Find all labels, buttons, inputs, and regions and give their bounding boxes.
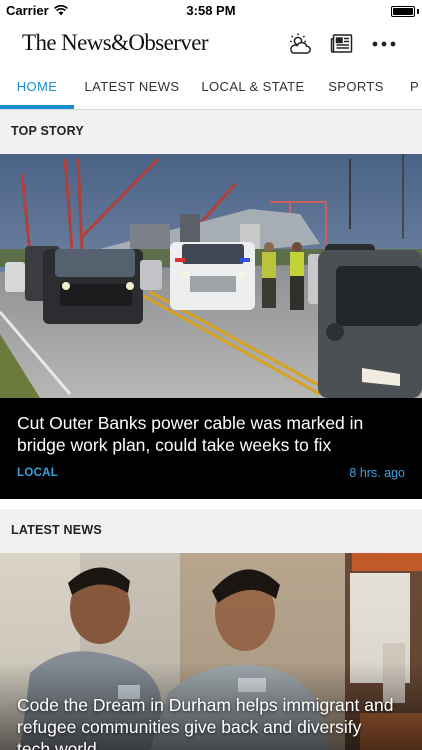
masthead-logo[interactable]: The News&Observer (22, 30, 208, 56)
latest-story-card[interactable]: Code the Dream in Durham helps immigrant… (0, 553, 422, 750)
top-story-card[interactable]: Cut Outer Banks power cable was marked i… (0, 154, 422, 499)
section-label: TOP STORY (11, 124, 84, 138)
top-story-header: TOP STORY (0, 110, 422, 154)
tab-sports[interactable]: SPORTS (322, 66, 390, 110)
battery-icon (391, 6, 415, 17)
top-story-category[interactable]: LOCAL (17, 467, 58, 479)
top-story-timestamp: 8 hrs. ago (349, 466, 405, 480)
top-story-headline[interactable]: Cut Outer Banks power cable was marked i… (17, 412, 412, 456)
tab-local-state[interactable]: LOCAL & STATE (199, 66, 307, 110)
top-story-image (0, 154, 422, 398)
epaper-icon[interactable] (328, 30, 356, 58)
latest-news-header: LATEST NEWS (0, 509, 422, 553)
more-icon[interactable] (370, 30, 398, 58)
status-time: 3:58 PM (186, 3, 236, 18)
section-tabs: HOME LATEST NEWS LOCAL & STATE SPORTS P (0, 66, 422, 110)
section-label: LATEST NEWS (11, 523, 102, 537)
tab-latest-news[interactable]: LATEST NEWS (84, 66, 180, 110)
status-bar: Carrier 3:58 PM (0, 0, 422, 22)
app-header: The News&Observer (0, 22, 422, 66)
tab-partial[interactable]: P (410, 66, 422, 110)
weather-icon[interactable] (286, 30, 314, 58)
latest-story-headline[interactable]: Code the Dream in Durham helps immigrant… (17, 694, 397, 750)
tab-home[interactable]: HOME (0, 66, 74, 110)
top-story-caption: Cut Outer Banks power cable was marked i… (0, 398, 422, 499)
